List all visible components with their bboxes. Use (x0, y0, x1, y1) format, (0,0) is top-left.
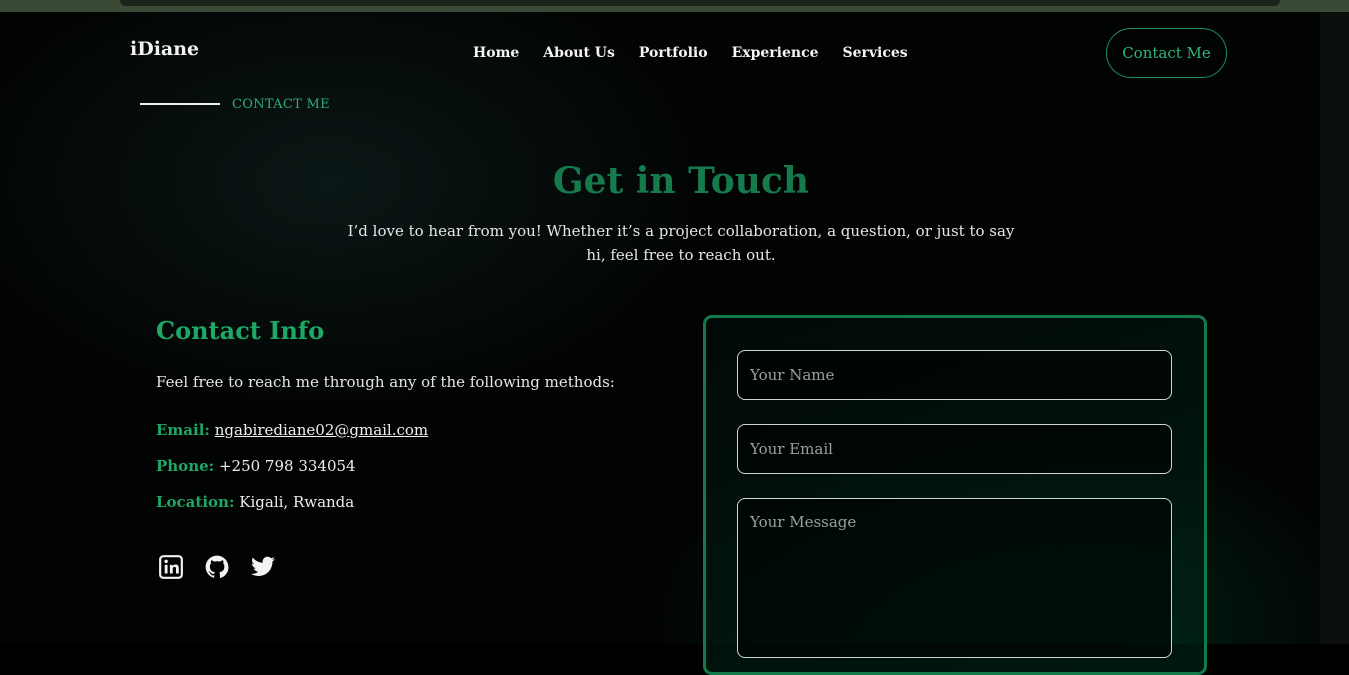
phone-label: Phone: (156, 457, 215, 475)
site-logo[interactable]: iDiane (130, 38, 199, 60)
eyebrow-divider (140, 103, 220, 105)
contact-info-description: Feel free to reach me through any of the… (156, 373, 615, 391)
section-title: Get in Touch (552, 160, 810, 202)
email-link[interactable]: ngabirediane02@gmail.com (215, 421, 428, 439)
email-label: Email: (156, 421, 210, 439)
nav-experience[interactable]: Experience (732, 45, 819, 61)
nav-about-us[interactable]: About Us (543, 45, 615, 61)
phone-line: Phone: +250 798 334054 (156, 457, 356, 475)
email-line: Email: ngabirediane02@gmail.com (156, 421, 428, 439)
location-line: Location: Kigali, Rwanda (156, 493, 354, 511)
location-value: Kigali, Rwanda (239, 493, 355, 511)
browser-top-bar (0, 0, 1349, 12)
location-label: Location: (156, 493, 235, 511)
contact-me-button[interactable]: Contact Me (1106, 28, 1227, 78)
nav-home[interactable]: Home (473, 45, 519, 61)
phone-value: +250 798 334054 (218, 457, 356, 475)
github-icon[interactable] (204, 554, 230, 580)
section-intro: I’d love to hear from you! Whether it’s … (347, 222, 1015, 264)
nav-services[interactable]: Services (843, 45, 908, 61)
contact-info-title: Contact Info (156, 316, 325, 345)
message-textarea[interactable] (737, 498, 1172, 658)
section-eyebrow: CONTACT ME (232, 97, 330, 112)
twitter-icon[interactable] (250, 554, 276, 580)
top-bar-edge (120, 0, 1280, 6)
email-input[interactable] (737, 424, 1172, 474)
name-input[interactable] (737, 350, 1172, 400)
nav-portfolio[interactable]: Portfolio (639, 45, 708, 61)
main-nav: Home About Us Portfolio Experience Servi… (473, 45, 908, 61)
scrollbar-track[interactable] (1320, 12, 1349, 644)
linkedin-icon[interactable] (158, 554, 184, 580)
